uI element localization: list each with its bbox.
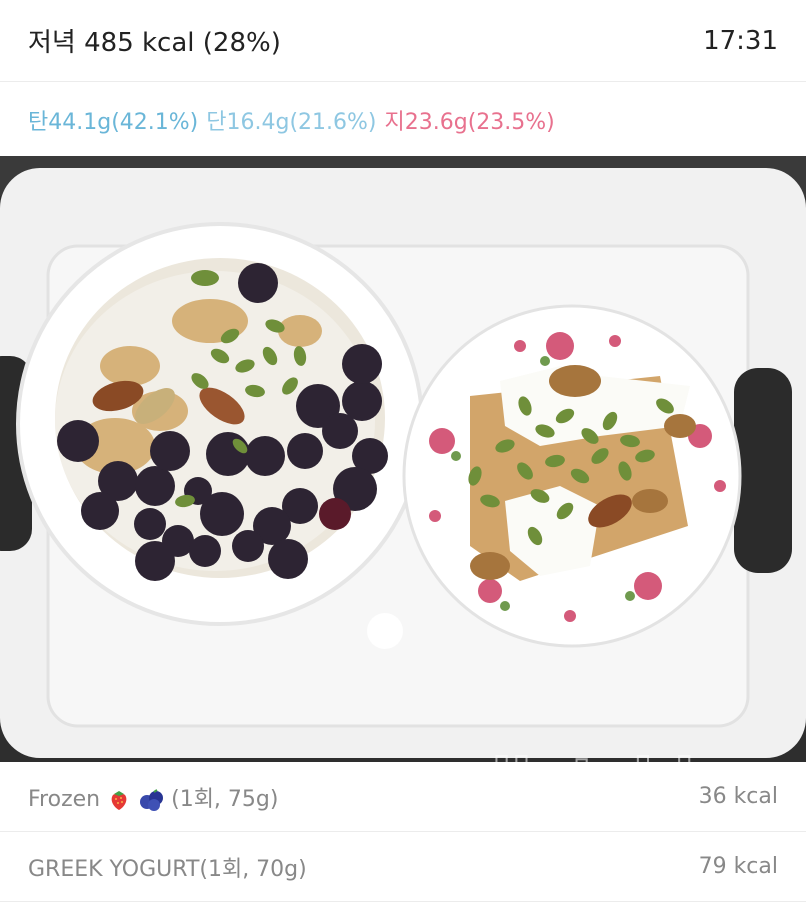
food-item-kcal: 36 kcal [698, 784, 778, 809]
meal-header: 저녁 485 kcal (28%) 17:31 [0, 0, 806, 82]
food-item-name: GREEK YOGURT(1회, 70g) [28, 856, 307, 882]
macro-fat: 지23.6g(23.5%) [384, 109, 555, 135]
macro-summary: 탄44.1g(42.1%) 단16.4g(21.6%) 지23.6g(23.5%… [0, 83, 806, 156]
meal-photo[interactable] [0, 156, 806, 762]
food-item-row[interactable]: GREEK YOGURT(1회, 70g) 79 kcal [0, 832, 806, 902]
food-item-name: Frozen (1회, 75g) [28, 786, 279, 812]
blueberries-icon [140, 788, 164, 811]
macro-carb: 탄44.1g(42.1%) [28, 109, 199, 135]
meal-title: 저녁 485 kcal (28%) [28, 28, 281, 58]
meal-photo-drawing [0, 156, 806, 762]
meal-time: 17:31 [703, 25, 778, 56]
food-item-row[interactable]: Frozen (1회, 75g) 36 kcal [0, 762, 806, 832]
strawberry-icon [111, 790, 127, 810]
food-item-kcal: 79 kcal [698, 854, 778, 879]
macro-protein: 단16.4g(21.6%) [206, 109, 377, 135]
